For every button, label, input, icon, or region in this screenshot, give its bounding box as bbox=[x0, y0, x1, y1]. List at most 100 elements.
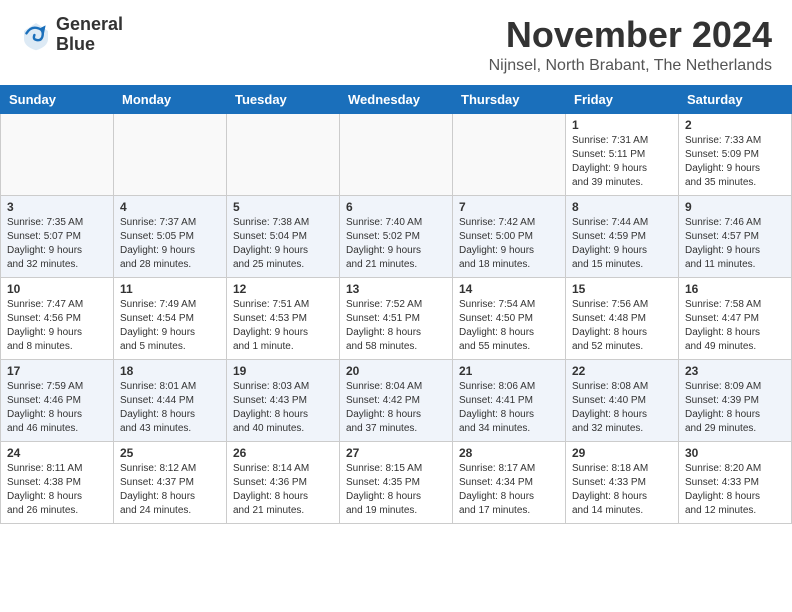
day-number: 21 bbox=[459, 364, 559, 378]
logo-blue: Blue bbox=[56, 35, 123, 55]
day-number: 14 bbox=[459, 282, 559, 296]
month-title: November 2024 bbox=[489, 15, 772, 55]
day-info: Sunrise: 8:11 AM Sunset: 4:38 PM Dayligh… bbox=[7, 462, 107, 518]
day-number: 29 bbox=[572, 446, 672, 460]
weekday-header: Tuesday bbox=[227, 85, 340, 113]
calendar-cell bbox=[114, 113, 227, 195]
day-info: Sunrise: 8:06 AM Sunset: 4:41 PM Dayligh… bbox=[459, 380, 559, 436]
day-info: Sunrise: 8:15 AM Sunset: 4:35 PM Dayligh… bbox=[346, 462, 446, 518]
weekday-header-row: SundayMondayTuesdayWednesdayThursdayFrid… bbox=[1, 85, 792, 113]
day-number: 9 bbox=[685, 200, 785, 214]
logo-general: General bbox=[56, 15, 123, 35]
day-info: Sunrise: 8:17 AM Sunset: 4:34 PM Dayligh… bbox=[459, 462, 559, 518]
day-number: 11 bbox=[120, 282, 220, 296]
calendar-cell: 2 Sunrise: 7:33 AM Sunset: 5:09 PM Daylig… bbox=[679, 113, 792, 195]
calendar-cell: 23Sunrise: 8:09 AM Sunset: 4:39 PM Dayli… bbox=[679, 359, 792, 441]
calendar: SundayMondayTuesdayWednesdayThursdayFrid… bbox=[0, 85, 792, 524]
calendar-cell: 4 Sunrise: 7:37 AM Sunset: 5:05 PM Daylig… bbox=[114, 195, 227, 277]
day-number: 2 bbox=[685, 118, 785, 132]
calendar-cell: 19 Sunrise: 8:03 AM Sunset: 4:43 PM Dayli… bbox=[227, 359, 340, 441]
calendar-cell: 22Sunrise: 8:08 AM Sunset: 4:40 PM Dayli… bbox=[566, 359, 679, 441]
day-number: 1 bbox=[572, 118, 672, 132]
calendar-cell: 18 Sunrise: 8:01 AM Sunset: 4:44 PM Dayli… bbox=[114, 359, 227, 441]
day-info: Sunrise: 7:44 AM Sunset: 4:59 PM Dayligh… bbox=[572, 216, 672, 272]
calendar-week-row: 10 Sunrise: 7:47 AM Sunset: 4:56 PM Dayli… bbox=[1, 277, 792, 359]
calendar-cell: 6 Sunrise: 7:40 AM Sunset: 5:02 PM Daylig… bbox=[340, 195, 453, 277]
calendar-week-row: 24 Sunrise: 8:11 AM Sunset: 4:38 PM Dayli… bbox=[1, 441, 792, 523]
day-info: Sunrise: 7:33 AM Sunset: 5:09 PM Dayligh… bbox=[685, 134, 785, 190]
day-info: Sunrise: 7:31 AM Sunset: 5:11 PM Dayligh… bbox=[572, 134, 672, 190]
day-number: 6 bbox=[346, 200, 446, 214]
calendar-cell: 30 Sunrise: 8:20 AM Sunset: 4:33 PM Dayli… bbox=[679, 441, 792, 523]
weekday-header: Wednesday bbox=[340, 85, 453, 113]
day-info: Sunrise: 7:38 AM Sunset: 5:04 PM Dayligh… bbox=[233, 216, 333, 272]
weekday-header: Thursday bbox=[453, 85, 566, 113]
day-number: 25 bbox=[120, 446, 220, 460]
day-number: 18 bbox=[120, 364, 220, 378]
location: Nijnsel, North Brabant, The Netherlands bbox=[489, 57, 772, 75]
calendar-cell: 15 Sunrise: 7:56 AM Sunset: 4:48 PM Dayli… bbox=[566, 277, 679, 359]
day-number: 26 bbox=[233, 446, 333, 460]
calendar-cell: 13 Sunrise: 7:52 AM Sunset: 4:51 PM Dayli… bbox=[340, 277, 453, 359]
day-number: 7 bbox=[459, 200, 559, 214]
calendar-cell: 12Sunrise: 7:51 AM Sunset: 4:53 PM Dayli… bbox=[227, 277, 340, 359]
day-info: Sunrise: 8:04 AM Sunset: 4:42 PM Dayligh… bbox=[346, 380, 446, 436]
day-number: 17 bbox=[7, 364, 107, 378]
day-number: 19 bbox=[233, 364, 333, 378]
calendar-week-row: 17 Sunrise: 7:59 AM Sunset: 4:46 PM Dayli… bbox=[1, 359, 792, 441]
day-info: Sunrise: 7:51 AM Sunset: 4:53 PM Dayligh… bbox=[233, 298, 333, 354]
calendar-cell: 21 Sunrise: 8:06 AM Sunset: 4:41 PM Dayli… bbox=[453, 359, 566, 441]
calendar-cell: 8 Sunrise: 7:44 AM Sunset: 4:59 PM Daylig… bbox=[566, 195, 679, 277]
day-info: Sunrise: 7:37 AM Sunset: 5:05 PM Dayligh… bbox=[120, 216, 220, 272]
calendar-cell: 26 Sunrise: 8:14 AM Sunset: 4:36 PM Dayli… bbox=[227, 441, 340, 523]
calendar-cell bbox=[1, 113, 114, 195]
calendar-cell: 28 Sunrise: 8:17 AM Sunset: 4:34 PM Dayli… bbox=[453, 441, 566, 523]
day-info: Sunrise: 7:40 AM Sunset: 5:02 PM Dayligh… bbox=[346, 216, 446, 272]
day-info: Sunrise: 7:52 AM Sunset: 4:51 PM Dayligh… bbox=[346, 298, 446, 354]
day-info: Sunrise: 8:14 AM Sunset: 4:36 PM Dayligh… bbox=[233, 462, 333, 518]
calendar-cell bbox=[453, 113, 566, 195]
calendar-cell: 29 Sunrise: 8:18 AM Sunset: 4:33 PM Dayli… bbox=[566, 441, 679, 523]
day-number: 5 bbox=[233, 200, 333, 214]
calendar-cell: 25 Sunrise: 8:12 AM Sunset: 4:37 PM Dayli… bbox=[114, 441, 227, 523]
day-number: 8 bbox=[572, 200, 672, 214]
day-number: 28 bbox=[459, 446, 559, 460]
day-info: Sunrise: 8:20 AM Sunset: 4:33 PM Dayligh… bbox=[685, 462, 785, 518]
day-number: 10 bbox=[7, 282, 107, 296]
day-info: Sunrise: 7:42 AM Sunset: 5:00 PM Dayligh… bbox=[459, 216, 559, 272]
calendar-cell: 17 Sunrise: 7:59 AM Sunset: 4:46 PM Dayli… bbox=[1, 359, 114, 441]
title-section: November 2024 Nijnsel, North Brabant, Th… bbox=[489, 15, 772, 75]
day-number: 4 bbox=[120, 200, 220, 214]
weekday-header: Friday bbox=[566, 85, 679, 113]
day-info: Sunrise: 8:12 AM Sunset: 4:37 PM Dayligh… bbox=[120, 462, 220, 518]
calendar-cell: 14 Sunrise: 7:54 AM Sunset: 4:50 PM Dayli… bbox=[453, 277, 566, 359]
day-number: 13 bbox=[346, 282, 446, 296]
weekday-header: Saturday bbox=[679, 85, 792, 113]
calendar-cell bbox=[340, 113, 453, 195]
day-info: Sunrise: 8:03 AM Sunset: 4:43 PM Dayligh… bbox=[233, 380, 333, 436]
day-info: Sunrise: 7:59 AM Sunset: 4:46 PM Dayligh… bbox=[7, 380, 107, 436]
calendar-cell: 20 Sunrise: 8:04 AM Sunset: 4:42 PM Dayli… bbox=[340, 359, 453, 441]
day-info: Sunrise: 8:18 AM Sunset: 4:33 PM Dayligh… bbox=[572, 462, 672, 518]
day-info: Sunrise: 8:08 AM Sunset: 4:40 PM Dayligh… bbox=[572, 380, 672, 436]
day-number: 24 bbox=[7, 446, 107, 460]
weekday-header: Sunday bbox=[1, 85, 114, 113]
calendar-cell: 27 Sunrise: 8:15 AM Sunset: 4:35 PM Dayli… bbox=[340, 441, 453, 523]
day-info: Sunrise: 7:54 AM Sunset: 4:50 PM Dayligh… bbox=[459, 298, 559, 354]
day-number: 20 bbox=[346, 364, 446, 378]
calendar-cell: 7 Sunrise: 7:42 AM Sunset: 5:00 PM Daylig… bbox=[453, 195, 566, 277]
day-info: Sunrise: 8:01 AM Sunset: 4:44 PM Dayligh… bbox=[120, 380, 220, 436]
day-number: 27 bbox=[346, 446, 446, 460]
calendar-cell: 10 Sunrise: 7:47 AM Sunset: 4:56 PM Dayli… bbox=[1, 277, 114, 359]
calendar-week-row: 3Sunrise: 7:35 AM Sunset: 5:07 PM Daylig… bbox=[1, 195, 792, 277]
day-number: 15 bbox=[572, 282, 672, 296]
day-info: Sunrise: 7:56 AM Sunset: 4:48 PM Dayligh… bbox=[572, 298, 672, 354]
calendar-cell: 24 Sunrise: 8:11 AM Sunset: 4:38 PM Dayli… bbox=[1, 441, 114, 523]
day-number: 30 bbox=[685, 446, 785, 460]
day-info: Sunrise: 7:46 AM Sunset: 4:57 PM Dayligh… bbox=[685, 216, 785, 272]
calendar-cell: 3Sunrise: 7:35 AM Sunset: 5:07 PM Daylig… bbox=[1, 195, 114, 277]
day-number: 3 bbox=[7, 200, 107, 214]
header: General Blue November 2024 Nijnsel, Nort… bbox=[0, 0, 792, 85]
day-info: Sunrise: 7:47 AM Sunset: 4:56 PM Dayligh… bbox=[7, 298, 107, 354]
calendar-cell: 16Sunrise: 7:58 AM Sunset: 4:47 PM Dayli… bbox=[679, 277, 792, 359]
